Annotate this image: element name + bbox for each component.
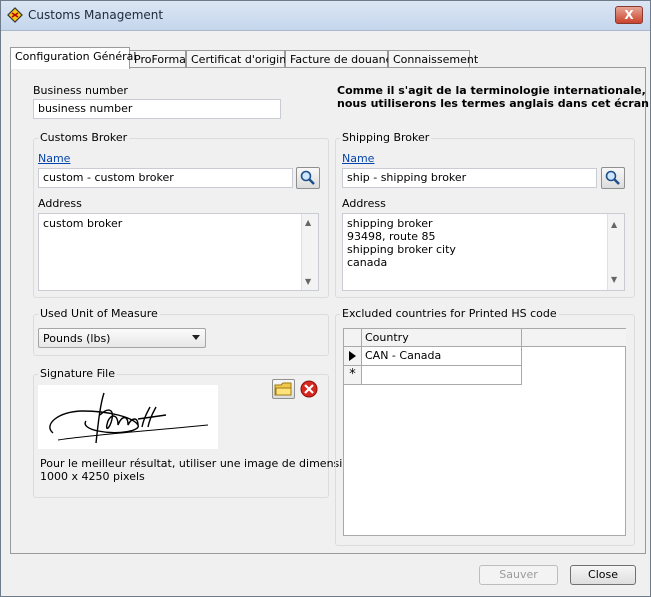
signature-image bbox=[38, 385, 218, 449]
scroll-up-icon[interactable]: ▲ bbox=[305, 218, 311, 227]
country-cell[interactable]: CAN - Canada bbox=[362, 347, 522, 366]
customs-broker-search-button[interactable] bbox=[296, 167, 320, 189]
dropdown-arrow-icon bbox=[192, 335, 200, 340]
row-selector[interactable] bbox=[344, 347, 362, 366]
shipping-broker-group: Shipping Broker Name ship - shipping bro… bbox=[335, 131, 635, 298]
scroll-down-icon[interactable]: ▼ bbox=[611, 273, 617, 286]
customs-broker-name-input[interactable]: custom - custom broker bbox=[38, 168, 293, 188]
window-title: Customs Management bbox=[28, 8, 164, 22]
tab-configuration-general[interactable]: Configuration Général bbox=[10, 47, 136, 69]
customs-broker-address-textarea[interactable]: custom broker ▲ ▼ bbox=[38, 213, 319, 291]
excluded-countries-grid: Country CAN - Canada * bbox=[343, 328, 626, 536]
country-column-header[interactable]: Country bbox=[362, 329, 522, 347]
grid-header-filler bbox=[522, 329, 626, 347]
excluded-countries-title: Excluded countries for Printed HS code bbox=[340, 307, 559, 320]
signature-hint-line2: 1000 x 4250 pixels bbox=[40, 470, 145, 483]
delete-signature-button[interactable] bbox=[298, 379, 320, 399]
customs-management-window: Customs Management X Configuration Génér… bbox=[0, 0, 651, 597]
unit-selected-value: Pounds (lbs) bbox=[43, 332, 111, 345]
scroll-down-icon[interactable]: ▼ bbox=[305, 277, 311, 286]
customs-broker-address-label: Address bbox=[38, 197, 82, 210]
search-icon bbox=[605, 170, 620, 185]
unit-of-measure-group: Used Unit of Measure Pounds (lbs) bbox=[33, 307, 329, 356]
shipping-broker-name-input[interactable]: ship - shipping broker bbox=[342, 168, 597, 188]
titlebar: Customs Management X bbox=[1, 1, 650, 31]
customs-broker-title: Customs Broker bbox=[38, 131, 130, 144]
customs-broker-group: Customs Broker Name custom - custom brok… bbox=[33, 131, 329, 298]
address-line: shipping broker bbox=[347, 217, 433, 230]
customs-broker-name-link[interactable]: Name bbox=[38, 152, 70, 165]
address-scrollbar[interactable]: ▲ ▼ bbox=[607, 214, 624, 290]
new-country-cell[interactable] bbox=[362, 366, 522, 385]
configuration-panel: Business number business number Comme il… bbox=[10, 67, 649, 554]
grid-corner-header bbox=[344, 329, 362, 347]
address-line: canada bbox=[347, 256, 388, 269]
new-row-selector[interactable]: * bbox=[344, 366, 362, 385]
shipping-broker-address-textarea[interactable]: shipping broker 93498, route 85 shipping… bbox=[342, 213, 625, 291]
row-pointer-icon bbox=[349, 351, 356, 361]
shipping-broker-name-link[interactable]: Name bbox=[342, 152, 374, 165]
tab-proforma[interactable]: ProForma bbox=[129, 50, 186, 68]
close-button[interactable]: Close bbox=[570, 565, 636, 585]
scroll-up-icon[interactable]: ▲ bbox=[611, 218, 617, 231]
address-scrollbar[interactable]: ▲ ▼ bbox=[301, 214, 318, 290]
save-button[interactable]: Sauver bbox=[479, 565, 558, 585]
business-number-label: Business number bbox=[33, 84, 128, 97]
address-line: 93498, route 85 bbox=[347, 230, 436, 243]
signature-hint-line1: Pour le meilleur résultat, utiliser une … bbox=[40, 457, 357, 470]
delete-icon bbox=[300, 380, 318, 398]
unit-of-measure-title: Used Unit of Measure bbox=[38, 307, 160, 320]
tab-connaissement[interactable]: Connaissement bbox=[388, 50, 478, 68]
app-icon bbox=[7, 7, 23, 23]
tab-certificat-origine[interactable]: Certificat d'origine bbox=[186, 50, 293, 68]
shipping-broker-search-button[interactable] bbox=[601, 167, 625, 189]
search-icon bbox=[300, 170, 315, 185]
terminology-note-line1: Comme il s'agit de la terminologie inter… bbox=[337, 84, 646, 97]
unit-of-measure-select[interactable]: Pounds (lbs) bbox=[38, 328, 206, 348]
shipping-broker-address-label: Address bbox=[342, 197, 386, 210]
signature-file-title: Signature File bbox=[38, 367, 117, 380]
business-number-input[interactable]: business number bbox=[33, 99, 281, 119]
shipping-broker-title: Shipping Broker bbox=[340, 131, 432, 144]
tab-facture-douane[interactable]: Facture de douane bbox=[285, 50, 392, 68]
signature-file-group: Signature File Pour le meilleur résultat… bbox=[33, 367, 356, 498]
close-icon[interactable]: X bbox=[615, 6, 643, 24]
open-signature-button[interactable] bbox=[272, 379, 295, 399]
folder-icon bbox=[274, 382, 292, 396]
terminology-note-line2: nous utiliserons les termes anglais dans… bbox=[337, 97, 649, 110]
address-line: custom broker bbox=[43, 217, 123, 230]
address-line: shipping broker city bbox=[347, 243, 456, 256]
excluded-countries-group: Excluded countries for Printed HS code C… bbox=[335, 307, 635, 546]
